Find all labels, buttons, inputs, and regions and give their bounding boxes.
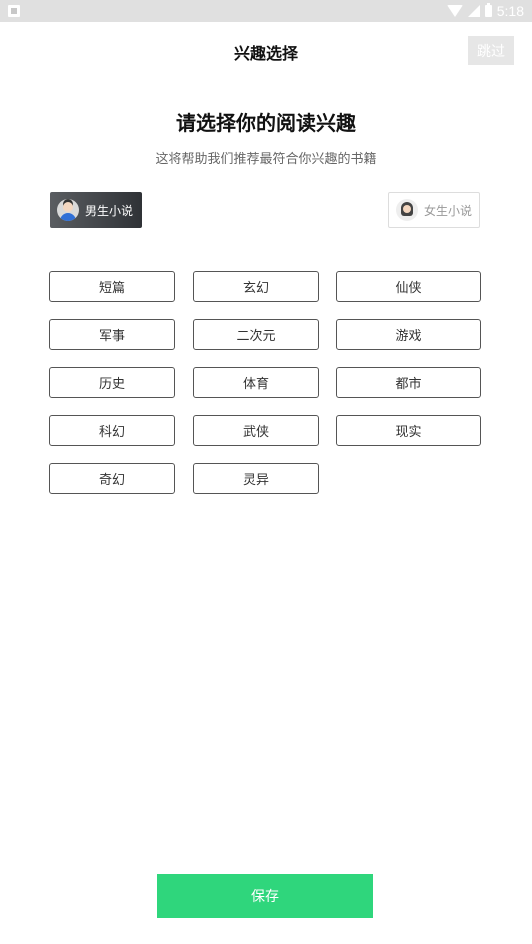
male-avatar-icon <box>57 199 79 221</box>
female-avatar-icon <box>396 199 418 221</box>
save-button[interactable]: 保存 <box>157 874 373 918</box>
tag-xuanhuan[interactable]: 玄幻 <box>193 271 319 302</box>
battery-icon <box>484 3 492 17</box>
female-novel-button[interactable]: 女生小说 <box>388 192 480 228</box>
status-bar: 5:18 <box>0 0 532 22</box>
status-time: 5:18 <box>496 3 524 19</box>
tag-sports[interactable]: 体育 <box>193 367 319 398</box>
tag-xianxia[interactable]: 仙侠 <box>336 271 481 302</box>
tag-supernatural[interactable]: 灵异 <box>193 463 319 494</box>
intro-title: 请选择你的阅读兴趣 <box>176 111 356 135</box>
tag-military[interactable]: 军事 <box>49 319 175 350</box>
signal-icon <box>467 5 480 17</box>
intro-subtitle: 这将帮助我们推荐最符合你兴趣的书籍 <box>155 152 377 167</box>
tag-scifi[interactable]: 科幻 <box>49 415 175 446</box>
notification-icon <box>8 5 20 17</box>
tag-wuxia[interactable]: 武侠 <box>193 415 319 446</box>
tag-reality[interactable]: 现实 <box>336 415 481 446</box>
tag-urban[interactable]: 都市 <box>336 367 481 398</box>
tag-anime[interactable]: 二次元 <box>193 319 319 350</box>
tag-history[interactable]: 历史 <box>49 367 175 398</box>
tag-short-story[interactable]: 短篇 <box>49 271 175 302</box>
page-title: 兴趣选择 <box>233 44 298 63</box>
status-icons: 5:18 <box>446 0 524 22</box>
skip-button[interactable]: 跳过 <box>468 36 514 65</box>
tag-game[interactable]: 游戏 <box>336 319 481 350</box>
tag-fantasy[interactable]: 奇幻 <box>49 463 175 494</box>
male-novel-label: 男生小说 <box>85 203 134 218</box>
wifi-icon <box>446 5 463 17</box>
male-novel-button[interactable]: 男生小说 <box>50 192 142 228</box>
female-novel-label: 女生小说 <box>424 203 473 218</box>
